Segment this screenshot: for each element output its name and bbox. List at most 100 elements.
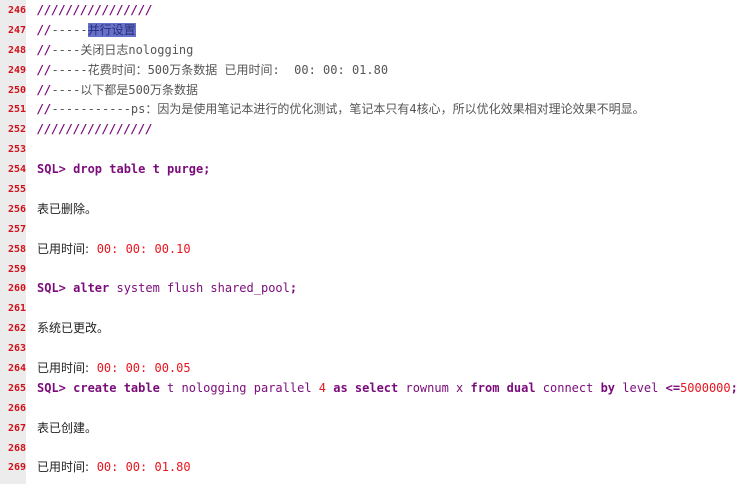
code-token: <= — [665, 380, 681, 395]
code-token: 已用时间: — [37, 361, 97, 376]
line-text: 表已删除。 — [26, 200, 97, 220]
line-number: 258 — [7, 243, 26, 255]
code-token: ; — [730, 380, 738, 395]
line-number: 247 — [7, 24, 26, 36]
code-line: 263 — [0, 339, 749, 359]
line-number: 266 — [7, 402, 26, 414]
code-token: from dual — [470, 380, 543, 395]
code-line: 251//-----------ps：因为是使用笔记本进行的优化测试，笔记本只有… — [0, 100, 749, 120]
code-line: 266 — [0, 399, 749, 419]
line-number: 255 — [7, 184, 26, 196]
code-token: ----- — [51, 22, 88, 37]
code-line: 252 //////////////// — [0, 120, 749, 140]
line-number: 267 — [7, 422, 26, 434]
code-token: 系统已更改。 — [37, 321, 110, 336]
code-token: ; — [289, 281, 298, 296]
line-text: 系统已更改。 — [26, 319, 109, 339]
code-token: 4 — [318, 380, 326, 395]
line-text — [26, 260, 37, 280]
line-text: 已用时间: 00: 00: 00.10 — [26, 240, 191, 260]
line-number: 248 — [7, 44, 26, 56]
line-number: 253 — [7, 144, 26, 156]
code-token: 00: 00: 00.05 — [96, 361, 191, 376]
code-line: 261 — [0, 299, 749, 319]
code-token: -----------ps：因为是使用笔记本进行的优化测试，笔记本只有4核心，所… — [51, 102, 645, 117]
code-token: 已用时间: — [37, 460, 97, 475]
line-text: //////////////// — [26, 1, 153, 21]
code-token: // — [37, 102, 52, 117]
line-text — [26, 339, 37, 359]
line-text: SQL> alter system flush shared_pool; — [26, 279, 297, 299]
code-token: SQL> alter — [37, 281, 117, 296]
code-token: 表已删除。 — [37, 201, 98, 216]
code-token: 00: 00: 01.80 — [96, 460, 191, 475]
code-line: 269 已用时间: 00: 00: 01.80 — [0, 458, 749, 478]
line-text — [26, 439, 37, 459]
code-token: ----关闭日志nologging — [51, 42, 194, 57]
code-line: 257 — [0, 220, 749, 240]
code-block: 246////////////////247//-----并行设置 248//--… — [0, 1, 749, 478]
code-token: -----花费时间：500万条数据 已用时间: 00: 00: 01.80 — [51, 62, 389, 77]
code-line: 246 //////////////// — [0, 1, 749, 21]
code-line: 264 已用时间: 00: 00: 00.05 — [0, 359, 749, 379]
line-text: //////////////// — [26, 120, 153, 140]
selected-text: 并行设置 — [87, 22, 136, 37]
code-token: rownum x — [405, 380, 471, 395]
code-line: 248//----关闭日志nologging — [0, 41, 749, 61]
line-text: //-----并行设置 — [26, 21, 136, 41]
code-token: // — [37, 62, 52, 77]
line-text — [26, 220, 37, 240]
line-number: 251 — [7, 104, 26, 116]
code-token: SQL> drop table t purge; — [37, 162, 211, 177]
code-token: t nologging parallel — [167, 380, 319, 395]
code-line: 253 — [0, 140, 749, 160]
line-text: 已用时间: 00: 00: 00.05 — [26, 359, 191, 379]
code-line: 268 — [0, 439, 749, 459]
line-number: 261 — [7, 303, 26, 315]
line-text — [26, 399, 37, 419]
line-number: 252 — [7, 124, 26, 136]
code-token: level — [622, 380, 666, 395]
line-number: 256 — [7, 203, 26, 215]
line-number: 269 — [7, 462, 26, 474]
code-line: 249//-----花费时间：500万条数据 已用时间: 00: 00: 01.… — [0, 61, 749, 81]
line-text: //-----------ps：因为是使用笔记本进行的优化测试，笔记本只有4核心… — [26, 100, 645, 120]
code-token: // — [37, 22, 52, 37]
line-number: 254 — [7, 164, 26, 176]
line-text — [26, 299, 37, 319]
line-text: 表已创建。 — [26, 419, 97, 439]
line-text — [26, 180, 37, 200]
code-line: 247//-----并行设置 — [0, 21, 749, 41]
code-line: 267 表已创建。 — [0, 419, 749, 439]
code-token: ----以下都是500万条数据 — [51, 82, 199, 97]
line-number: 264 — [7, 363, 26, 375]
code-line: 250 //----以下都是500万条数据 — [0, 81, 749, 101]
code-line: 254 SQL> drop table t purge; — [0, 160, 749, 180]
code-token: // — [37, 42, 52, 57]
line-number: 249 — [7, 64, 26, 76]
line-number: 268 — [7, 442, 26, 454]
line-number: 246 — [7, 5, 26, 16]
line-number: 257 — [7, 223, 26, 235]
code-line: 256 表已删除。 — [0, 200, 749, 220]
code-line: 262 系统已更改。 — [0, 319, 749, 339]
code-line: 258 已用时间: 00: 00: 00.10 — [0, 240, 749, 260]
code-token: system flush shared_pool — [116, 281, 290, 296]
code-token: //////////////// — [37, 3, 153, 17]
line-text: SQL> drop table t purge; — [26, 160, 210, 180]
code-line: 265 SQL> create table t nologging paralle… — [0, 379, 749, 399]
code-token: as select — [326, 380, 406, 395]
code-token: SQL> create table — [37, 380, 168, 395]
line-number: 250 — [7, 84, 26, 96]
line-number: 260 — [7, 283, 26, 295]
code-token: by — [600, 380, 623, 395]
code-token: 00: 00: 00.10 — [96, 241, 191, 256]
code-token: 表已创建。 — [37, 420, 98, 435]
line-number: 263 — [7, 343, 26, 355]
line-text: //----关闭日志nologging — [26, 41, 193, 61]
line-text: //-----花费时间：500万条数据 已用时间: 00: 00: 01.80 — [26, 61, 388, 81]
line-text: 已用时间: 00: 00: 01.80 — [26, 458, 191, 478]
code-token: 已用时间: — [37, 241, 97, 256]
line-number: 262 — [7, 323, 26, 335]
code-token: // — [37, 82, 52, 97]
